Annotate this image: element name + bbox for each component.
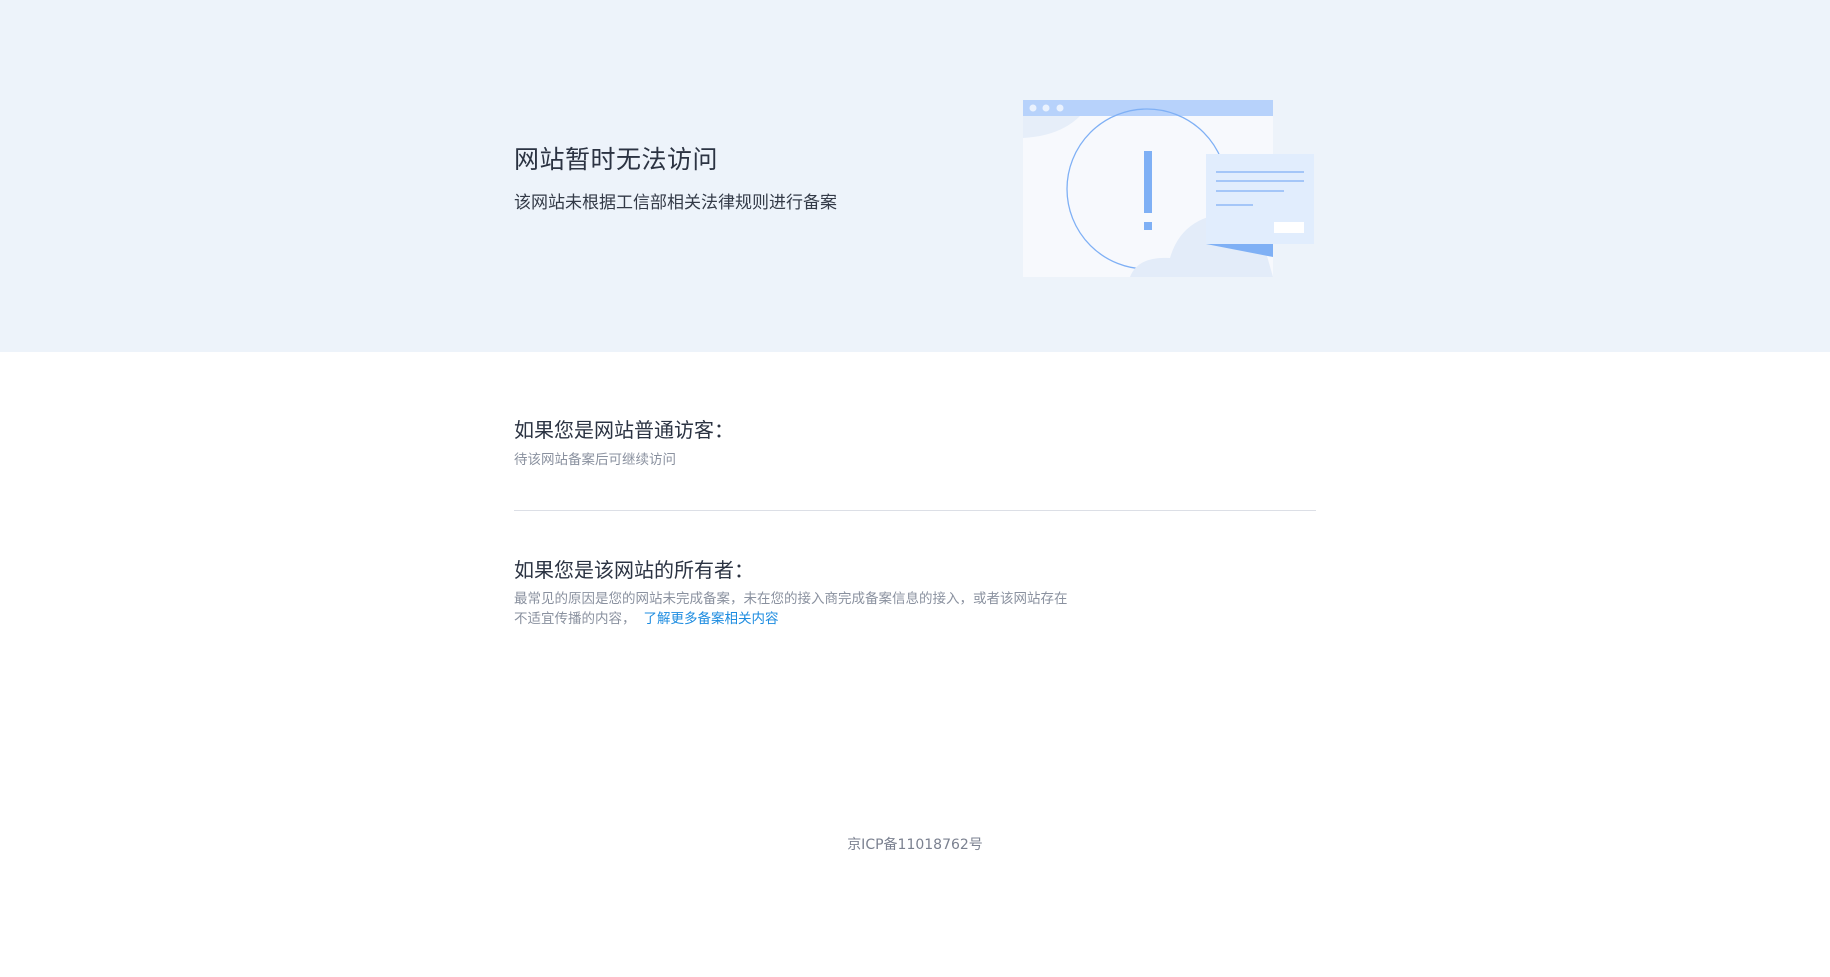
hero-banner: 网站暂时无法访问 该网站未根据工信部相关法律规则进行备案 (0, 0, 1830, 352)
owner-text-line-2-wrap: 不适宜传播的内容， 了解更多备案相关内容 (514, 609, 1104, 629)
section-divider (514, 510, 1316, 511)
owner-text-line-1: 最常见的原因是您的网站未完成备案，未在您的接入商完成备案信息的接入，或者该网站存… (514, 591, 1068, 607)
doc-button (1274, 222, 1304, 233)
learn-more-link[interactable]: 了解更多备案相关内容 (644, 611, 779, 627)
window-dot-2 (1042, 104, 1050, 112)
owner-text-line-2: 不适宜传播的内容， (514, 611, 636, 627)
browser-warning-illustration (1023, 100, 1314, 277)
page-title: 网站暂时无法访问 (514, 145, 719, 174)
window-dot-3 (1056, 104, 1064, 112)
owner-text: 最常见的原因是您的网站未完成备案，未在您的接入商完成备案信息的接入，或者该网站存… (514, 589, 1104, 629)
visitor-heading: 如果您是网站普通访客： (514, 418, 734, 442)
owner-heading: 如果您是该网站的所有者： (514, 558, 754, 582)
exclamation-dot (1144, 222, 1152, 230)
exclamation-bar (1144, 151, 1152, 213)
footer-icp[interactable]: 京ICP备11018762号 (0, 834, 1830, 854)
page-subtitle: 该网站未根据工信部相关法律规则进行备案 (514, 193, 837, 213)
window-dot-1 (1029, 104, 1037, 112)
visitor-text: 待该网站备案后可继续访问 (514, 452, 676, 468)
